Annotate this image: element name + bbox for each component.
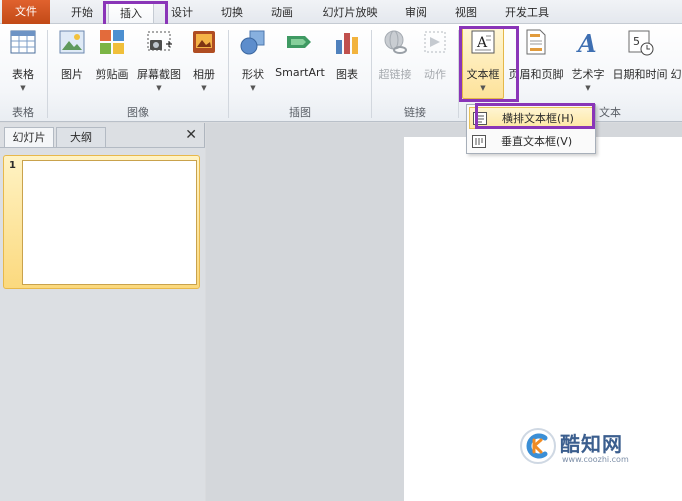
tab-outline[interactable]: 大纲	[56, 127, 106, 147]
photo-album-icon	[193, 31, 215, 53]
textbox-dropdown-menu: 横排文本框(H) 垂直文本框(V)	[466, 104, 596, 154]
menu-item-vertical-textbox[interactable]: 垂直文本框(V)	[469, 131, 593, 153]
chevron-down-icon: ▼	[250, 84, 256, 92]
smartart-icon	[287, 36, 311, 48]
wordart-label: 艺术字	[571, 68, 605, 81]
hyperlink-label: 超链接	[378, 68, 412, 81]
album-button[interactable]: 相册 ▼	[186, 28, 222, 98]
screenshot-button[interactable]: 屏幕截图 ▼	[134, 28, 184, 98]
action-button[interactable]: 动作	[418, 28, 452, 98]
tab-slideshow[interactable]: 幻灯片放映	[312, 3, 388, 23]
screenshot-label: 屏幕截图	[137, 68, 181, 81]
slide-number: 1	[9, 160, 16, 171]
table-icon	[10, 30, 36, 54]
chevron-down-icon: ▼	[201, 84, 207, 92]
tab-design[interactable]: 设计	[160, 3, 204, 23]
slide-navigation-pane: 幻灯片 大纲 ✕ 1	[0, 123, 205, 501]
wordart-icon: A	[576, 29, 597, 56]
overflow-label: 幻	[670, 68, 682, 81]
tab-animations[interactable]: 动画	[260, 3, 304, 23]
tab-developer[interactable]: 开发工具	[494, 3, 560, 23]
header-footer-icon	[526, 29, 546, 55]
chevron-down-icon: ▼	[20, 84, 26, 92]
group-separator	[228, 30, 229, 118]
vertical-textbox-icon	[472, 135, 486, 148]
close-icon[interactable]: ✕	[185, 127, 197, 143]
overflow-button[interactable]: 幻	[670, 28, 682, 98]
svg-text:A: A	[576, 29, 597, 56]
watermark-logo-icon	[520, 428, 556, 464]
chevron-down-icon: ▼	[156, 84, 162, 92]
header-footer-button[interactable]: 页眉和页脚	[506, 28, 566, 98]
shapes-icon	[240, 30, 265, 55]
watermark: 酷知网 www.coozhi.com	[516, 424, 666, 472]
album-label: 相册	[193, 68, 215, 81]
picture-button[interactable]: 图片	[55, 28, 89, 98]
calendar-clock-icon: 5	[628, 30, 654, 56]
chart-label: 图表	[336, 68, 358, 81]
svg-text:A: A	[476, 35, 488, 51]
group-label-links: 链接	[404, 106, 426, 119]
datetime-label: 日期和时间	[612, 68, 668, 81]
textbox-label: 文本框	[466, 68, 500, 81]
screenshot-icon	[147, 31, 172, 51]
textbox-icon: A	[471, 30, 495, 54]
tab-slides[interactable]: 幻灯片	[4, 127, 54, 147]
table-label: 表格	[12, 68, 34, 81]
smartart-button[interactable]: SmartArt	[272, 28, 328, 98]
group-label-tables: 表格	[12, 106, 34, 119]
tab-file[interactable]: 文件	[2, 0, 50, 24]
hyperlink-globe-icon	[384, 30, 407, 54]
clipart-label: 剪贴画	[95, 68, 129, 81]
picture-label: 图片	[61, 68, 83, 81]
action-label: 动作	[424, 68, 446, 81]
slide-thumbnail-item[interactable]: 1	[3, 155, 200, 289]
svg-text:5: 5	[633, 35, 640, 48]
menu-item-label: 横排文本框(H)	[502, 112, 574, 125]
tab-insert[interactable]: 插入	[108, 3, 154, 23]
textbox-button[interactable]: A 文本框 ▼	[462, 27, 504, 99]
smartart-label: SmartArt	[275, 66, 325, 79]
group-separator	[47, 30, 48, 118]
chevron-down-icon: ▼	[585, 84, 591, 92]
chart-icon	[336, 33, 358, 54]
chevron-down-icon: ▼	[480, 84, 486, 92]
group-label-illustrations: 插图	[289, 106, 311, 119]
slide-thumbnails: 1	[0, 147, 205, 501]
hyperlink-button[interactable]: 超链接	[375, 28, 415, 98]
group-label-images: 图像	[127, 106, 149, 119]
group-separator	[458, 30, 459, 118]
clipart-button[interactable]: 剪贴画	[92, 28, 132, 98]
datetime-button[interactable]: 5 日期和时间	[610, 28, 670, 98]
horizontal-textbox-icon	[473, 112, 487, 125]
pane-tabs: 幻灯片 大纲 ✕	[0, 125, 205, 147]
tab-home[interactable]: 开始	[60, 3, 104, 23]
shapes-button[interactable]: 形状 ▼	[236, 28, 270, 98]
picture-icon	[59, 30, 85, 54]
action-icon	[424, 31, 446, 53]
watermark-name: 酷知网	[560, 432, 623, 456]
ribbon-tab-bar: 文件 开始 插入 设计 切换 动画 幻灯片放映 审阅 视图 开发工具	[0, 0, 682, 24]
watermark-url: www.coozhi.com	[562, 455, 629, 464]
tab-view[interactable]: 视图	[444, 3, 488, 23]
tab-transitions[interactable]: 切换	[210, 3, 254, 23]
menu-item-horizontal-textbox[interactable]: 横排文本框(H)	[469, 107, 593, 129]
table-button[interactable]: 表格 ▼	[4, 28, 42, 98]
header-footer-label: 页眉和页脚	[508, 68, 564, 81]
tab-review[interactable]: 审阅	[394, 3, 438, 23]
menu-item-label: 垂直文本框(V)	[501, 135, 573, 148]
shapes-label: 形状	[242, 68, 264, 81]
wordart-button[interactable]: A 艺术字 ▼	[568, 28, 608, 98]
clipart-icon	[100, 30, 124, 54]
chart-button[interactable]: 图表	[330, 28, 364, 98]
slide-thumbnail[interactable]	[22, 160, 197, 285]
